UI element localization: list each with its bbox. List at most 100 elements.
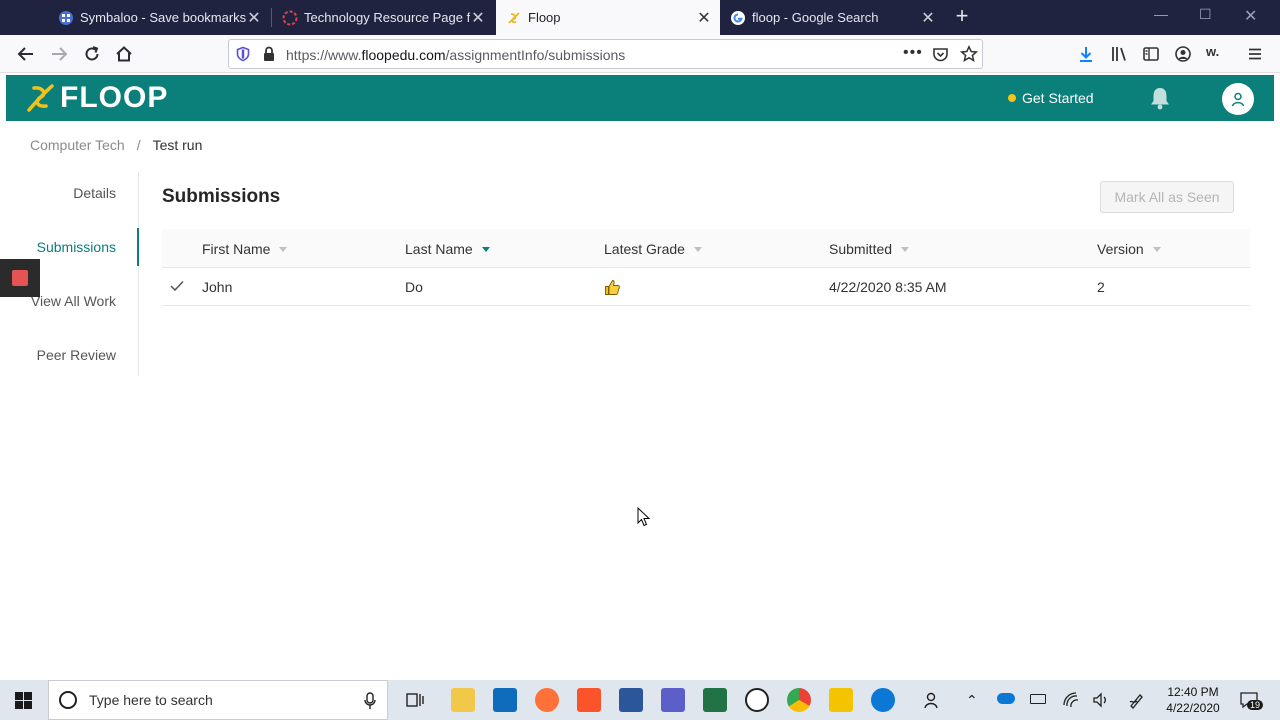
tab-symbaloo[interactable]: Symbaloo - Save bookmarks and ✕ <box>48 0 270 35</box>
column-label: Version <box>1097 241 1144 257</box>
sidebar-toggle-icon[interactable] <box>1142 45 1160 63</box>
clock-date: 4/22/2020 <box>1166 701 1220 715</box>
bookmark-star-icon[interactable] <box>960 45 978 63</box>
user-avatar[interactable] <box>1222 83 1254 115</box>
sort-caret-icon <box>279 246 288 252</box>
maximize-icon[interactable]: ☐ <box>1199 6 1212 23</box>
table-header: First Name Last Name Latest Grade Submit… <box>162 229 1250 268</box>
page-actions-ellipsis-icon[interactable]: ••• <box>903 44 923 62</box>
notification-bell-icon[interactable] <box>1149 86 1171 110</box>
sticky-app-icon[interactable] <box>829 688 853 712</box>
breadcrumb: Computer Tech / Test run <box>30 137 202 153</box>
cell-version: 2 <box>1097 279 1105 295</box>
floop-header: FLOOP Get Started <box>6 75 1274 121</box>
word-icon[interactable] <box>619 688 643 712</box>
screencast-icon[interactable] <box>745 688 769 712</box>
back-arrow-icon[interactable] <box>14 42 38 66</box>
screen-recorder-stop-button[interactable] <box>0 259 40 297</box>
tab-title: Technology Resource Page for T <box>304 10 470 25</box>
floop-favicon-icon <box>508 11 520 24</box>
google-favicon-icon <box>731 10 745 25</box>
file-explorer-icon[interactable] <box>451 688 475 712</box>
microphone-icon[interactable] <box>364 692 376 710</box>
breadcrumb-current: Test run <box>152 137 203 153</box>
reload-icon[interactable] <box>80 42 104 66</box>
library-icon[interactable] <box>1110 45 1128 63</box>
sidenav-item-details[interactable]: Details <box>73 185 116 201</box>
tab-google-search[interactable]: floop - Google Search ✕ <box>720 0 944 35</box>
wifi-icon[interactable] <box>1062 691 1080 709</box>
close-icon[interactable]: ✕ <box>246 8 262 28</box>
browser-navigation-bar: https://www.floopedu.com/assignmentInfo/… <box>0 35 1280 73</box>
tab-title: floop - Google Search <box>752 10 879 25</box>
notification-count-badge: 19 <box>1247 700 1264 710</box>
brave-icon[interactable] <box>577 688 601 712</box>
pocket-icon[interactable] <box>932 46 949 63</box>
task-view-icon[interactable] <box>405 690 425 710</box>
sidenav-item-peer-review[interactable]: Peer Review <box>37 347 116 363</box>
home-icon[interactable] <box>112 42 136 66</box>
firefox-icon[interactable] <box>535 688 559 712</box>
minimize-icon[interactable]: — <box>1154 6 1168 22</box>
windows-start-icon[interactable] <box>15 692 32 709</box>
hamburger-menu-icon[interactable] <box>1246 45 1264 63</box>
forward-arrow-icon[interactable] <box>47 42 71 66</box>
url-text[interactable]: https://www.floopedu.com/assignmentInfo/… <box>286 47 625 63</box>
new-tab-plus-icon[interactable]: + <box>950 5 974 29</box>
tab-title: Floop <box>528 10 561 25</box>
volume-icon[interactable] <box>1092 691 1110 709</box>
url-domain: floopedu.com <box>361 47 446 63</box>
tab-technology-resource[interactable]: Technology Resource Page for T ✕ <box>272 0 494 35</box>
column-header-version[interactable]: Version <box>1097 241 1161 257</box>
close-icon[interactable]: ✕ <box>920 8 936 28</box>
pen-ink-icon[interactable] <box>1128 691 1146 709</box>
taskbar-clock[interactable]: 12:40 PM 4/22/2020 <box>1160 684 1226 716</box>
cell-last-name: Do <box>405 279 423 295</box>
teams-icon[interactable] <box>661 688 685 712</box>
people-icon[interactable] <box>923 690 943 710</box>
mark-all-seen-button[interactable]: Mark All as Seen <box>1100 181 1234 213</box>
excel-icon[interactable] <box>703 688 727 712</box>
get-started-link[interactable]: Get Started <box>1008 90 1094 106</box>
show-hidden-icons-chevron-icon[interactable]: ⌃ <box>966 680 978 720</box>
address-bar[interactable]: https://www.floopedu.com/assignmentInfo/… <box>228 39 983 69</box>
close-icon[interactable]: ✕ <box>470 8 486 28</box>
sidenav-item-view-all-work[interactable]: View All Work <box>31 293 116 309</box>
account-icon[interactable] <box>1174 45 1192 63</box>
windows-taskbar: Type here to search ⌃ 12:40 PM 4/22/2020… <box>0 680 1280 720</box>
floop-logo-text: FLOOP <box>60 81 169 114</box>
tab-title: Symbaloo - Save bookmarks and <box>80 10 246 25</box>
breadcrumb-separator: / <box>136 137 141 153</box>
breadcrumb-parent-link[interactable]: Computer Tech <box>30 137 125 153</box>
sort-caret-icon <box>901 246 910 252</box>
action-center-icon[interactable]: 19 <box>1237 688 1264 712</box>
outlook-icon[interactable] <box>493 688 517 712</box>
downloads-icon[interactable] <box>1077 45 1095 63</box>
tab-floop[interactable]: Floop ✕ <box>496 0 720 35</box>
column-header-latest-grade[interactable]: Latest Grade <box>604 241 702 257</box>
sidenav-item-submissions[interactable]: Submissions <box>37 239 116 255</box>
tracking-shield-icon[interactable] <box>235 46 251 62</box>
floop-logo[interactable]: FLOOP <box>26 81 169 114</box>
lock-icon[interactable] <box>262 46 276 62</box>
chrome-icon[interactable] <box>787 688 811 712</box>
url-path: /assignmentInfo/submissions <box>445 47 626 63</box>
cortana-ring-icon <box>59 691 77 709</box>
column-header-first-name[interactable]: First Name <box>202 241 288 257</box>
extension-w-icon[interactable]: w. <box>1206 44 1219 59</box>
close-icon[interactable]: ✕ <box>696 8 712 28</box>
edge-icon[interactable] <box>871 688 895 712</box>
seen-checkmark-icon <box>170 280 184 292</box>
window-close-icon[interactable]: ✕ <box>1244 6 1257 26</box>
column-header-submitted[interactable]: Submitted <box>829 241 910 257</box>
battery-icon[interactable] <box>1030 694 1046 704</box>
table-row[interactable]: John Do 4/22/2020 8:35 AM 2 <box>162 268 1250 306</box>
column-header-last-name[interactable]: Last Name <box>405 241 490 257</box>
floop-logo-icon <box>27 84 54 112</box>
loading-favicon-icon <box>282 10 298 25</box>
onedrive-cloud-icon[interactable] <box>997 693 1015 704</box>
sort-caret-active-icon <box>481 246 490 252</box>
stop-square-icon <box>12 270 28 286</box>
taskbar-search-box[interactable]: Type here to search <box>48 680 388 720</box>
column-label: First Name <box>202 241 271 257</box>
